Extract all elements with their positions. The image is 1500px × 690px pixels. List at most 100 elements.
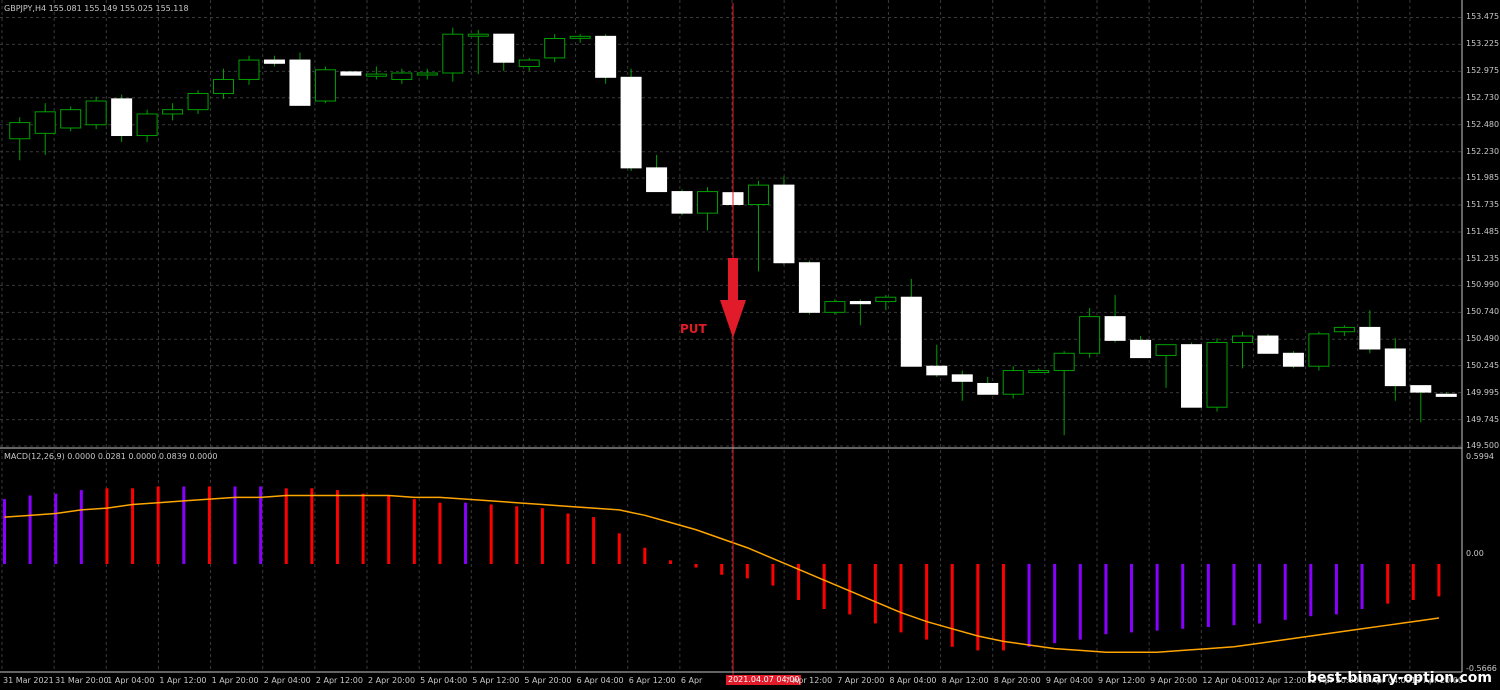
macd-bar xyxy=(515,506,519,564)
price-tick-label: 150.490 xyxy=(1466,334,1500,344)
put-label: PUT xyxy=(680,322,707,336)
macd-bar xyxy=(1386,563,1390,604)
macd-bar xyxy=(1001,563,1005,651)
macd-bar xyxy=(822,563,826,609)
candle-body xyxy=(85,100,107,126)
time-tick-label: 1 Apr 20:00 xyxy=(211,676,259,685)
candle xyxy=(773,176,795,265)
candle-body xyxy=(442,33,464,74)
macd-bar xyxy=(1411,563,1415,600)
macd-bar xyxy=(1181,563,1185,629)
candle-body xyxy=(213,78,235,94)
macd-bar xyxy=(617,533,621,564)
candle xyxy=(289,52,311,106)
candle-body xyxy=(340,71,362,76)
candle xyxy=(1002,366,1024,399)
price-tick-label: 149.745 xyxy=(1466,414,1500,424)
candle-body xyxy=(1435,393,1457,397)
price-tick-label: 152.730 xyxy=(1466,92,1500,102)
candle-body xyxy=(34,111,56,134)
candle-body xyxy=(1079,316,1101,354)
candle-body xyxy=(1053,352,1075,372)
macd-bar xyxy=(1078,563,1082,640)
macd-axis-zero: 0.00 xyxy=(1466,549,1484,558)
candle-body xyxy=(1333,326,1355,333)
candle-body xyxy=(773,184,795,264)
macd-info: MACD(12,26,9) 0.0000 0.0281 0.0000 0.083… xyxy=(4,452,218,461)
time-tick-label: 1 Apr 12:00 xyxy=(159,676,207,685)
macd-bar xyxy=(54,493,58,564)
candle xyxy=(824,299,846,315)
candle xyxy=(1181,342,1203,408)
candle-body xyxy=(518,59,540,68)
candle-body xyxy=(416,72,438,76)
macd-bar xyxy=(182,486,186,564)
time-tick-label: 31 Mar 2021 xyxy=(3,676,54,685)
candle-body xyxy=(1257,335,1279,354)
candle-body xyxy=(365,73,387,77)
time-tick-label: 8 Apr 20:00 xyxy=(993,676,1041,685)
candle xyxy=(595,34,617,84)
candle-body xyxy=(314,69,336,102)
candle-body xyxy=(646,167,668,193)
time-tick-label: 2 Apr 04:00 xyxy=(263,676,311,685)
candle-body xyxy=(289,59,311,106)
time-tick-label: 1 Apr 04:00 xyxy=(107,676,155,685)
candle-body xyxy=(1359,326,1381,350)
time-tick-label: 7 Apr 12:00 xyxy=(785,676,833,685)
candle xyxy=(1282,351,1304,369)
macd-bar xyxy=(873,563,877,624)
time-tick-label: 5 Apr 20:00 xyxy=(524,676,572,685)
price-tick-label: 152.975 xyxy=(1466,66,1500,76)
time-tick-label: 2 Apr 12:00 xyxy=(315,676,363,685)
time-tick-label: 12 Apr 12:00 xyxy=(1254,676,1307,685)
macd-bar xyxy=(745,563,749,579)
time-tick-label: 6 Apr xyxy=(680,676,703,685)
time-tick-label: 6 Apr 12:00 xyxy=(628,676,676,685)
macd-bar xyxy=(566,513,570,564)
trading-chart[interactable] xyxy=(0,0,1500,690)
time-tick-label: 6 Apr 04:00 xyxy=(576,676,624,685)
candle-body xyxy=(569,35,591,39)
macd-bar xyxy=(540,508,544,564)
candle-body xyxy=(162,109,184,115)
time-tick-label: 9 Apr 04:00 xyxy=(1045,676,1093,685)
price-tick-label: 149.995 xyxy=(1466,387,1500,397)
candle-body xyxy=(1231,335,1253,344)
macd-bar xyxy=(643,547,647,564)
candle xyxy=(671,189,693,216)
time-tick-label: 9 Apr 12:00 xyxy=(1098,676,1146,685)
macd-bar xyxy=(1027,563,1031,647)
candle-body xyxy=(60,109,82,129)
candle-body xyxy=(111,98,133,137)
price-tick-label: 153.225 xyxy=(1466,39,1500,49)
macd-bar xyxy=(771,563,775,586)
macd-bar xyxy=(1283,563,1287,620)
macd-bar xyxy=(1130,563,1134,633)
candle-body xyxy=(977,382,999,395)
candle xyxy=(111,94,133,142)
macd-bar xyxy=(925,563,929,640)
candle xyxy=(1206,338,1228,412)
macd-bar xyxy=(1053,563,1057,644)
candle-body xyxy=(263,59,285,64)
candle-body xyxy=(1155,344,1177,356)
macd-bar xyxy=(3,499,6,564)
macd-bar xyxy=(1360,563,1364,609)
time-tick-label: 12 Apr 04:00 xyxy=(1202,676,1255,685)
candle-body xyxy=(187,92,209,111)
price-tick-label: 153.475 xyxy=(1466,12,1500,22)
macd-bar xyxy=(668,560,672,564)
candle-body xyxy=(697,191,719,214)
candle-body xyxy=(595,35,617,78)
time-tick-label: 5 Apr 12:00 xyxy=(472,676,520,685)
candle-body xyxy=(1384,348,1406,387)
candle-body xyxy=(900,296,922,367)
macd-bar xyxy=(1334,563,1338,615)
macd-bar xyxy=(976,563,980,651)
macd-bar xyxy=(1104,563,1108,635)
candle-body xyxy=(1130,339,1152,359)
time-tick-label: 5 Apr 04:00 xyxy=(420,676,468,685)
time-tick-label: 31 Mar 20:00 xyxy=(55,676,109,685)
macd-bar xyxy=(207,486,211,564)
